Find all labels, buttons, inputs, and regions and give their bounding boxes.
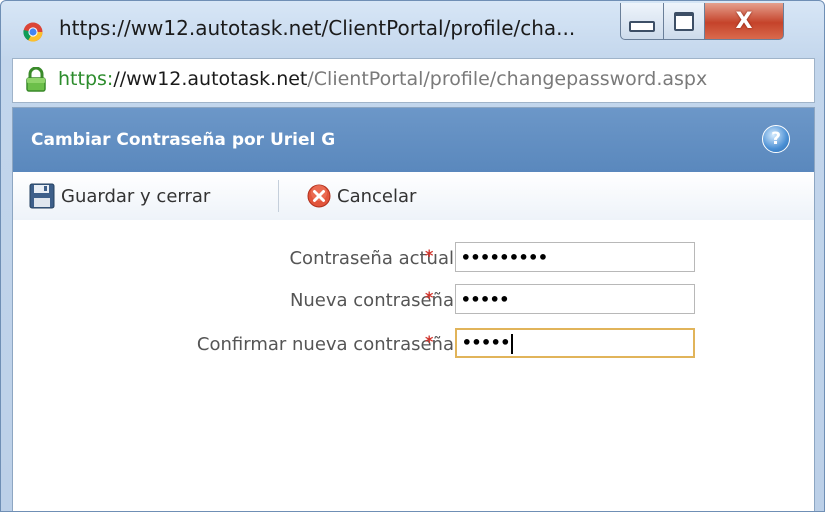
floppy-disk-icon xyxy=(29,183,55,209)
confirm-password-label: Confirmar nueva contraseña xyxy=(196,334,454,355)
maximize-icon xyxy=(674,11,694,31)
cancel-x-icon xyxy=(307,184,331,208)
url-text: https://ww12.autotask.net/ClientPortal/p… xyxy=(58,68,707,90)
chrome-logo-icon xyxy=(23,22,43,42)
cancel-button[interactable]: Cancelar xyxy=(307,180,416,212)
close-icon: X xyxy=(735,8,753,34)
toolbar-divider xyxy=(278,180,279,212)
new-password-field[interactable]: ••••• xyxy=(455,284,695,314)
current-password-row: Contraseña actual * ••••••••• xyxy=(13,242,814,276)
current-password-field[interactable]: ••••••••• xyxy=(455,242,695,272)
minimize-icon xyxy=(629,20,655,32)
new-password-row: Nueva contraseña * ••••• xyxy=(13,284,814,318)
required-marker: * xyxy=(425,288,434,307)
window-title: https://ww12.autotask.net/ClientPortal/p… xyxy=(59,16,576,40)
save-and-close-button[interactable]: Guardar y cerrar xyxy=(29,180,210,212)
confirm-password-field[interactable]: ••••• xyxy=(455,328,695,358)
address-bar[interactable]: https://ww12.autotask.net/ClientPortal/p… xyxy=(12,58,815,103)
help-icon[interactable]: ? xyxy=(762,125,790,153)
title-bar[interactable]: https://ww12.autotask.net/ClientPortal/p… xyxy=(1,1,824,55)
browser-popup-window: https://ww12.autotask.net/ClientPortal/p… xyxy=(0,0,825,512)
confirm-password-row: Confirmar nueva contraseña * ••••• xyxy=(13,328,814,362)
change-password-form: Contraseña actual * ••••••••• Nueva cont… xyxy=(13,220,814,511)
close-button[interactable]: X xyxy=(705,3,784,40)
maximize-button[interactable] xyxy=(664,3,705,40)
window-controls: X xyxy=(620,3,784,41)
toolbar: Guardar y cerrar Cancelar xyxy=(13,172,814,221)
required-marker: * xyxy=(425,246,434,265)
padlock-icon xyxy=(26,67,46,92)
cancel-label: Cancelar xyxy=(337,185,417,207)
confirm-password-value: ••••• xyxy=(462,333,511,352)
page-content: Cambiar Contraseña por Uriel G ? Guardar… xyxy=(12,107,815,511)
url-host: //ww12.autotask.net xyxy=(113,68,308,90)
panel-header: Cambiar Contraseña por Uriel G ? xyxy=(13,108,814,172)
minimize-button[interactable] xyxy=(620,3,664,40)
page-title: Cambiar Contraseña por Uriel G xyxy=(31,130,336,150)
required-marker: * xyxy=(425,332,434,351)
save-and-close-label: Guardar y cerrar xyxy=(61,185,211,207)
url-path: /ClientPortal/profile/changepassword.asp… xyxy=(307,68,708,90)
text-caret xyxy=(511,333,514,354)
url-scheme: https: xyxy=(58,68,114,90)
